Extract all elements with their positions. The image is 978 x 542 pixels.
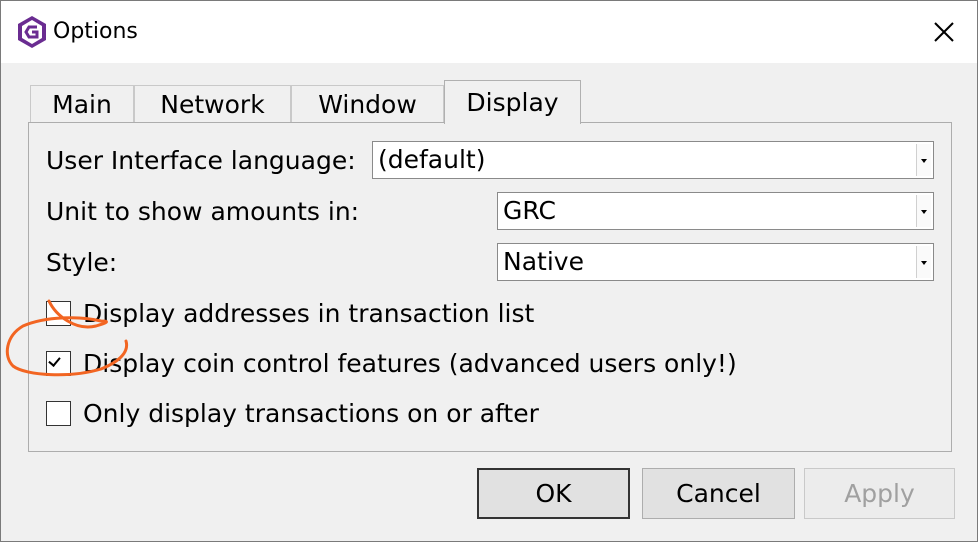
tab-network[interactable]: Network — [134, 85, 291, 122]
display-tab-panel: User Interface language: (default) Unit … — [28, 122, 952, 452]
language-select-value: (default) — [378, 145, 486, 174]
date-filter-checkbox[interactable] — [46, 401, 71, 426]
unit-label: Unit to show amounts in: — [46, 197, 360, 226]
coin-control-checkbox[interactable] — [46, 351, 71, 376]
close-button[interactable] — [917, 5, 971, 59]
apply-button[interactable]: Apply — [804, 468, 955, 519]
date-filter-label[interactable]: Only display transactions on or after — [83, 398, 539, 430]
close-icon — [934, 22, 954, 42]
title-bar: Options — [1, 1, 977, 63]
dropdown-arrow-icon — [916, 246, 931, 278]
options-dialog: Options Main Network Window Display User… — [0, 0, 978, 542]
dropdown-arrow-icon — [916, 195, 931, 227]
tab-window[interactable]: Window — [291, 85, 444, 122]
unit-select[interactable]: GRC — [497, 192, 934, 230]
coin-control-label[interactable]: Display coin control features (advanced … — [83, 348, 737, 380]
display-addresses-label[interactable]: Display addresses in transaction list — [83, 298, 534, 330]
tab-main[interactable]: Main — [30, 85, 134, 122]
unit-select-value: GRC — [503, 196, 556, 225]
gridcoin-logo-icon — [18, 16, 46, 48]
window-title: Options — [53, 19, 138, 44]
style-label: Style: — [46, 248, 118, 277]
display-addresses-checkbox[interactable] — [46, 301, 71, 326]
style-select-value: Native — [503, 247, 584, 276]
style-select[interactable]: Native — [497, 243, 934, 281]
dropdown-arrow-icon — [916, 144, 931, 176]
cancel-button[interactable]: Cancel — [642, 468, 795, 519]
language-select[interactable]: (default) — [372, 141, 934, 179]
ok-button[interactable]: OK — [477, 468, 630, 519]
language-label: User Interface language: — [46, 146, 356, 175]
tab-display[interactable]: Display — [444, 80, 581, 124]
